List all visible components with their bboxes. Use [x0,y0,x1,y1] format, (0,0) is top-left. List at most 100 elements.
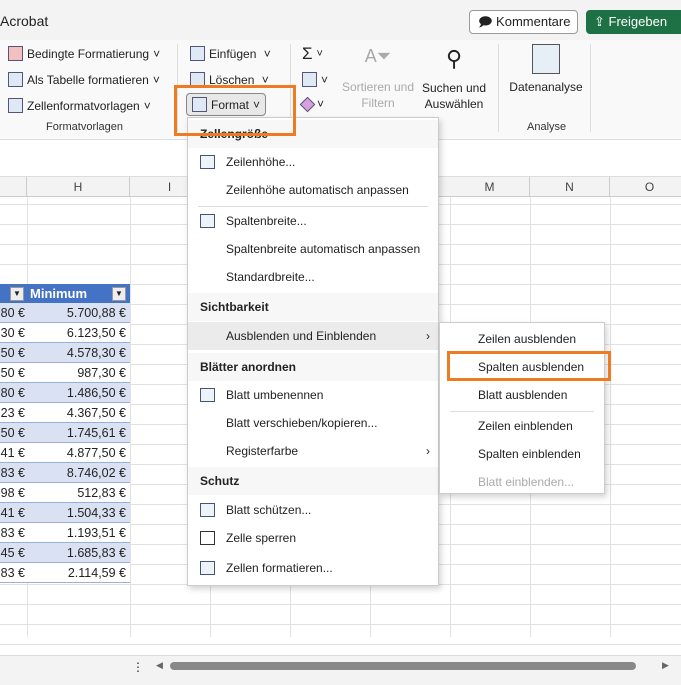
eraser-icon [299,96,316,112]
gridline [0,644,681,645]
conditional-format-icon [8,46,23,61]
table-cell[interactable]: 41 € [0,503,27,523]
format-cells-icon [200,561,215,575]
table-header-row: ▼ Minimum ▼ [0,284,130,303]
data-analysis-icon [532,44,560,74]
cell-styles-button[interactable]: Zellenformatvorlagen ˅ [8,98,151,113]
table-cell[interactable]: 1.193,51 € [27,523,130,543]
title-bar: Acrobat 🗩 Kommentare ⇪ Freigeben [0,0,681,40]
filter-dropdown-icon[interactable]: ▼ [10,287,24,301]
table-row: 98 €512,83 € [0,483,130,503]
insert-icon [190,46,205,61]
submenu-unhide-rows[interactable]: Zeilen einblenden [440,412,604,440]
data-analysis-button[interactable]: Datenanalyse [508,44,584,94]
section-protection: Schutz [188,467,438,495]
table-row: 41 €4.877,50 € [0,443,130,463]
sort-filter-icon: A⏷ [364,46,392,66]
insert-button[interactable]: Einfügen ˅ [190,46,271,61]
section-visibility: Sichtbarkeit [188,293,438,321]
table-row: 50 €987,30 € [0,363,130,383]
menu-column-width[interactable]: Spaltenbreite... [188,207,438,235]
column-width-icon [200,214,215,228]
table-row: 50 €4.578,30 € [0,343,130,363]
find-select-button[interactable]: ⚲ Suchen und Auswählen [418,46,490,112]
fill-button[interactable]: ˅ [302,72,328,87]
table-cell[interactable]: 83 € [0,523,27,543]
menu-row-autofit[interactable]: Zeilenhöhe automatisch anpassen [188,176,438,204]
table-cell[interactable]: 83 € [0,463,27,483]
table-cell[interactable]: 98 € [0,483,27,503]
menu-protect-sheet[interactable]: Blatt schützen... [188,496,438,524]
table-cell[interactable]: 80 € [0,383,27,403]
table-row: 83 €8.746,02 € [0,463,130,483]
table-cell[interactable]: 6.123,50 € [27,323,130,343]
table-cell[interactable]: 50 € [0,423,27,443]
rename-icon [200,388,215,402]
table-cell[interactable]: 512,83 € [27,483,130,503]
row-height-icon [200,155,215,169]
menu-row-height[interactable]: Zeilenhöhe... [188,148,438,176]
menu-default-width[interactable]: Standardbreite... [188,263,438,291]
table-cell[interactable]: 8.746,02 € [27,463,130,483]
menu-tab-color[interactable]: Registerfarbe › [188,437,438,465]
group-label-styles: Formatvorlagen [46,121,124,133]
protect-sheet-icon [200,503,215,517]
table-cell[interactable]: 45 € [0,543,27,563]
table-cell[interactable]: 4.367,50 € [27,403,130,423]
gridline [610,197,611,637]
column-header-o[interactable]: O [610,177,681,197]
cell-styles-icon [8,98,23,113]
comments-button[interactable]: 🗩 Kommentare [469,10,578,34]
horizontal-scrollbar[interactable] [170,662,636,670]
clear-button[interactable]: ˅ [299,96,324,112]
table-cell[interactable]: 1.504,33 € [27,503,130,523]
table-cell[interactable]: 5.700,88 € [27,303,130,323]
table-row: 45 €1.685,83 € [0,543,130,563]
table-cell[interactable]: 4.578,30 € [27,343,130,363]
table-cell[interactable]: 987,30 € [27,363,130,383]
gridline [0,624,681,625]
table-cell[interactable]: 1.685,83 € [27,543,130,563]
submenu-hide-rows[interactable]: Zeilen ausblenden [440,325,604,353]
group-label-analysis: Analyse [527,121,567,133]
gridline [0,604,681,605]
format-dropdown-menu: Zellengröße Zeilenhöhe... Zeilenhöhe aut… [187,117,439,586]
scroll-right-icon[interactable]: ▶ [662,660,669,671]
scroll-left-icon[interactable]: ◀ [156,660,163,671]
app-title: Acrobat [0,13,49,29]
share-button[interactable]: ⇪ Freigeben [586,10,681,34]
menu-lock-cell[interactable]: Zelle sperren [188,524,438,552]
menu-hide-unhide[interactable]: Ausblenden und Einblenden › [188,322,438,350]
table-cell[interactable]: 2.114,59 € [27,563,130,583]
fill-down-icon [302,72,317,87]
table-row: 83 €2.114,59 € [0,563,130,583]
conditional-formatting-button[interactable]: Bedingte Formatierung ˅ [8,46,160,61]
table-cell[interactable]: 50 € [0,363,27,383]
column-header-m[interactable]: M [450,177,530,197]
more-icon[interactable]: ⋮ [132,660,144,674]
table-cell[interactable]: 50 € [0,343,27,363]
column-header-n[interactable]: N [530,177,610,197]
submenu-hide-sheet[interactable]: Blatt ausblenden [440,381,604,409]
table-cell[interactable]: 1.745,61 € [27,423,130,443]
table-cell[interactable]: 80 € [0,303,27,323]
lock-icon [200,531,215,545]
table-cell[interactable]: 30 € [0,323,27,343]
menu-rename-sheet[interactable]: Blatt umbenennen [188,381,438,409]
submenu-unhide-columns[interactable]: Spalten einblenden [440,440,604,468]
format-as-table-button[interactable]: Als Tabelle formatieren ˅ [8,72,160,87]
filter-dropdown-icon[interactable]: ▼ [112,287,126,301]
submenu-unhide-sheet: Blatt einblenden... [478,475,575,489]
table-cell[interactable]: 41 € [0,443,27,463]
table-cell[interactable]: 1.486,50 € [27,383,130,403]
menu-move-copy-sheet[interactable]: Blatt verschieben/kopieren... [188,409,438,437]
autosum-button[interactable]: Σ ˅ [302,44,323,64]
menu-column-autofit[interactable]: Spaltenbreite automatisch anpassen [188,235,438,263]
table-cell[interactable]: 23 € [0,403,27,423]
sort-filter-button[interactable]: A⏷ Sortieren und Filtern [340,46,416,111]
menu-format-cells[interactable]: Zellen formatieren... [188,554,438,582]
table-cell[interactable]: 4.877,50 € [27,443,130,463]
table-row: 83 €1.193,51 € [0,523,130,543]
column-header-h[interactable]: H [27,177,130,197]
table-cell[interactable]: 83 € [0,563,27,583]
